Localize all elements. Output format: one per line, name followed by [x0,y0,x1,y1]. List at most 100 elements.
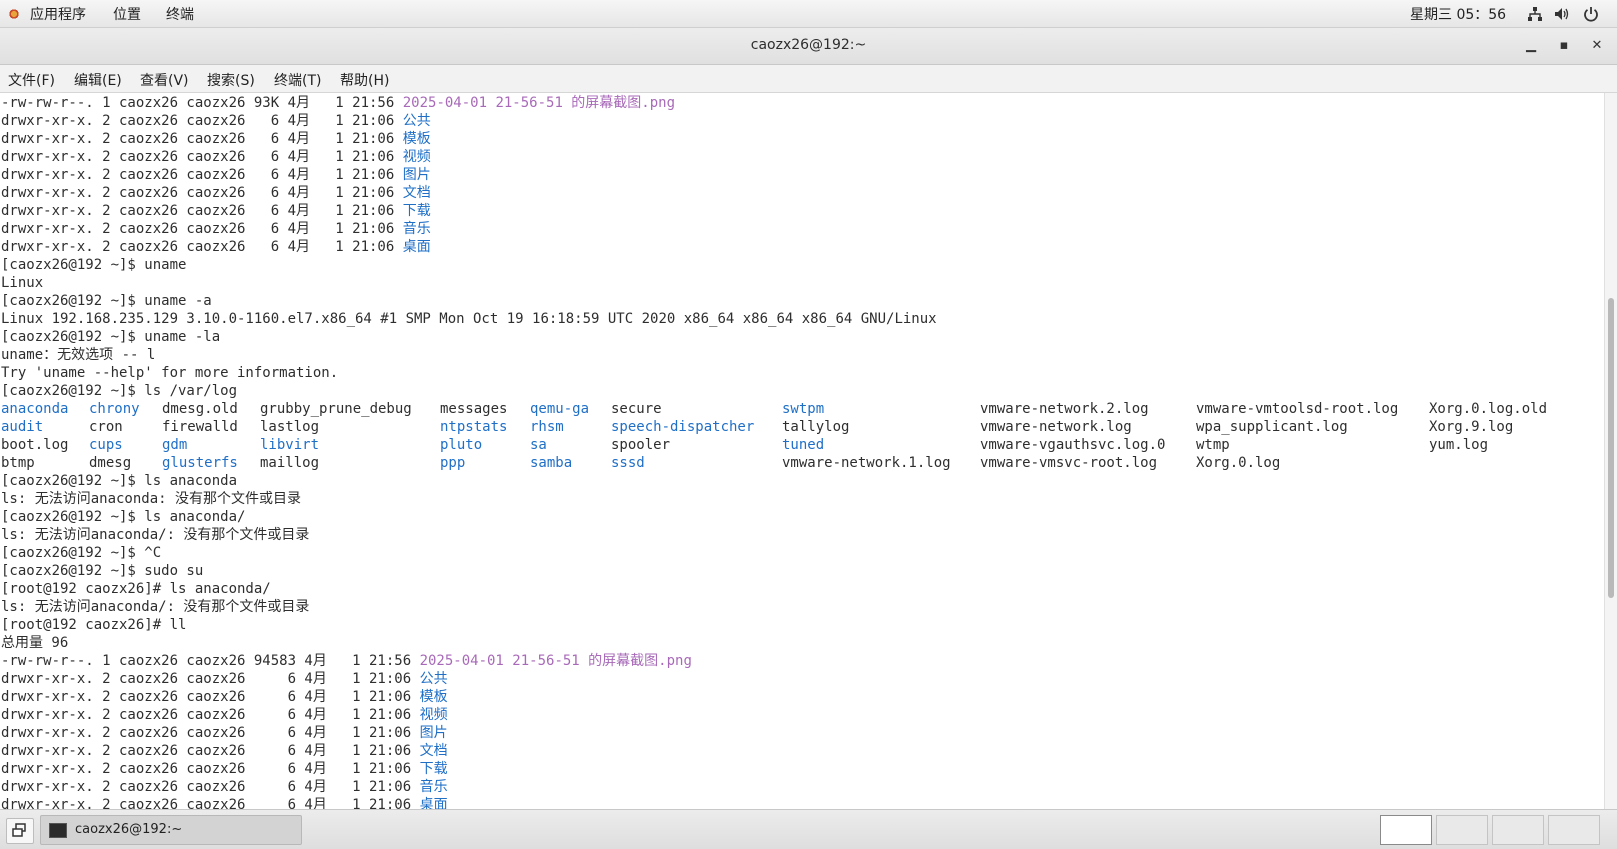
menu-help[interactable]: 帮助(H) [340,70,389,90]
window-titlebar[interactable]: caozx26@192:~ ▁ ▪ ✕ [0,28,1617,65]
terminal-line-text: [caozx26@192 ~]$ ls anaconda/ [1,509,246,525]
terminal-line: [caozx26@192 ~]$ ^C [1,544,161,562]
terminal-line: [caozx26@192 ~]$ uname [1,256,186,274]
places-menu[interactable]: 位置 [113,4,141,24]
terminal-line: drwxr-xr-x. 2 caozx26 caozx26 6 4月 1 21:… [1,760,448,778]
log-entry: audit [1,419,44,435]
terminal-line: [root@192 caozx26]# ls anaconda/ [1,580,271,598]
menu-terminal[interactable]: 终端(T) [274,70,321,90]
log-entry: cups [89,437,123,453]
top-panel: 应用程序 位置 终端 星期三 05：56 [0,0,1617,28]
clock[interactable]: 星期三 05：56 [1410,4,1506,24]
terminal-line-text: uname：无效选项 -- l [1,347,156,363]
terminal-line: drwxr-xr-x. 2 caozx26 caozx26 6 4月 1 21:… [1,130,431,148]
log-entry: vmware-network.log [980,419,1132,435]
terminal-app-menu[interactable]: 终端 [166,4,194,24]
terminal-line-text: Linux 192.168.235.129 3.10.0-1160.el7.x8… [1,311,937,327]
terminal-line: drwxr-xr-x. 2 caozx26 caozx26 6 4月 1 21:… [1,112,431,130]
terminal-line: 总用量 96 [1,634,68,652]
workspace-1[interactable] [1380,815,1432,845]
log-entry: Xorg.0.log [1196,455,1281,471]
log-entry: sssd [611,455,645,471]
terminal-scrollbar[interactable] [1604,93,1617,809]
terminal-line: drwxr-xr-x. 2 caozx26 caozx26 6 4月 1 21:… [1,166,431,184]
log-entry: tallylog [782,419,850,435]
terminal-line-text: drwxr-xr-x. 2 caozx26 caozx26 6 4月 1 21:… [1,797,420,809]
terminal-line-text: drwxr-xr-x. 2 caozx26 caozx26 6 4月 1 21:… [1,707,420,723]
log-entry: grubby_prune_debug [260,401,412,417]
log-entry: samba [530,455,573,471]
log-entry: maillog [260,455,320,471]
terminal-line-text: [caozx26@192 ~]$ uname -la [1,329,221,345]
power-icon[interactable] [1583,6,1599,22]
log-entry: libvirt [260,437,320,453]
volume-icon[interactable] [1554,6,1570,22]
terminal-line-text: drwxr-xr-x. 2 caozx26 caozx26 6 4月 1 21:… [1,725,420,741]
menu-search[interactable]: 搜索(S) [207,70,255,90]
log-entry: dmesg [89,455,132,471]
log-entry: btmp [1,455,35,471]
terminal-line: drwxr-xr-x. 2 caozx26 caozx26 6 4月 1 21:… [1,724,448,742]
terminal-line-text: drwxr-xr-x. 2 caozx26 caozx26 6 4月 1 21:… [1,221,403,237]
terminal-line-text: drwxr-xr-x. 2 caozx26 caozx26 6 4月 1 21:… [1,203,403,219]
close-button[interactable]: ✕ [1587,36,1607,56]
terminal-line: drwxr-xr-x. 2 caozx26 caozx26 6 4月 1 21:… [1,796,448,809]
directory-name: 视频 [402,149,431,165]
menu-edit[interactable]: 编辑(E) [74,70,122,90]
workspace-3[interactable] [1492,815,1544,845]
terminal-line: -rw-rw-r--. 1 caozx26 caozx26 93K 4月 1 2… [1,94,675,112]
log-entry: ppp [440,455,466,471]
menu-file[interactable]: 文件(F) [8,70,55,90]
scrollbar-thumb[interactable] [1608,298,1614,598]
terminal-line-text: [caozx26@192 ~]$ uname -a [1,293,212,309]
terminal-line-text: ls: 无法访问anaconda: 没有那个文件或目录 [1,491,302,507]
taskbar-task-label: caozx26@192:~ [75,822,183,837]
applications-menu[interactable]: 应用程序 [30,4,86,24]
log-entry: wpa_supplicant.log [1196,419,1348,435]
terminal-icon [49,823,67,838]
terminal-line-text: Try 'uname --help' for more information. [1,365,339,381]
taskbar-terminal-window[interactable]: caozx26@192:~ [40,815,302,845]
terminal-line: [root@192 caozx26]# ll [1,616,186,634]
workspace-4[interactable] [1548,815,1600,845]
directory-name: 桌面 [419,797,448,809]
log-entry: vmware-vmtoolsd-root.log [1196,401,1399,417]
log-entry: glusterfs [162,455,238,471]
network-icon[interactable] [1527,6,1543,22]
terminal-line-text: drwxr-xr-x. 2 caozx26 caozx26 6 4月 1 21:… [1,779,420,795]
show-desktop-button[interactable] [6,818,34,844]
show-desktop-icon [12,823,26,837]
log-entry: messages [440,401,508,417]
directory-name: 音乐 [419,779,448,795]
terminal-line-text: ls: 无法访问anaconda/: 没有那个文件或目录 [1,527,310,543]
terminal-output[interactable]: -rw-rw-r--. 1 caozx26 caozx26 93K 4月 1 2… [0,93,1604,809]
terminal-line-text: [caozx26@192 ~]$ ls anaconda [1,473,238,489]
log-entry: qemu-ga [530,401,590,417]
directory-name: 公共 [402,113,431,129]
workspace-2[interactable] [1436,815,1488,845]
terminal-line-text: drwxr-xr-x. 2 caozx26 caozx26 6 4月 1 21:… [1,131,403,147]
terminal-line: drwxr-xr-x. 2 caozx26 caozx26 6 4月 1 21:… [1,688,448,706]
menu-view[interactable]: 查看(V) [140,70,189,90]
maximize-button[interactable]: ▪ [1554,36,1574,56]
log-entry: swtpm [782,401,825,417]
minimize-button[interactable]: ▁ [1521,36,1541,56]
terminal-line: Try 'uname --help' for more information. [1,364,338,382]
log-entry: gdm [162,437,188,453]
log-entry: vmware-network.2.log [980,401,1149,417]
terminal-line-text: drwxr-xr-x. 2 caozx26 caozx26 6 4月 1 21:… [1,167,403,183]
terminal-line-text: drwxr-xr-x. 2 caozx26 caozx26 6 4月 1 21:… [1,185,403,201]
terminal-line: drwxr-xr-x. 2 caozx26 caozx26 6 4月 1 21:… [1,706,448,724]
terminal-line-text: [root@192 caozx26]# ls anaconda/ [1,581,271,597]
terminal-line-text: [caozx26@192 ~]$ ls /var/log [1,383,238,399]
applications-icon[interactable] [8,8,20,20]
terminal-line: uname：无效选项 -- l [1,346,155,364]
directory-name: 视频 [419,707,448,723]
menubar: 文件(F) 编辑(E) 查看(V) 搜索(S) 终端(T) 帮助(H) [0,65,1617,93]
terminal-line-text: [root@192 caozx26]# ll [1,617,187,633]
file-name: 2025-04-01 21-56-51 的屏幕截图.png [402,95,676,111]
terminal-line: [caozx26@192 ~]$ uname -la [1,328,220,346]
terminal-line-text: [caozx26@192 ~]$ uname [1,257,187,273]
terminal-line: [caozx26@192 ~]$ ls anaconda/ [1,508,245,526]
terminal-line: drwxr-xr-x. 2 caozx26 caozx26 6 4月 1 21:… [1,778,448,796]
